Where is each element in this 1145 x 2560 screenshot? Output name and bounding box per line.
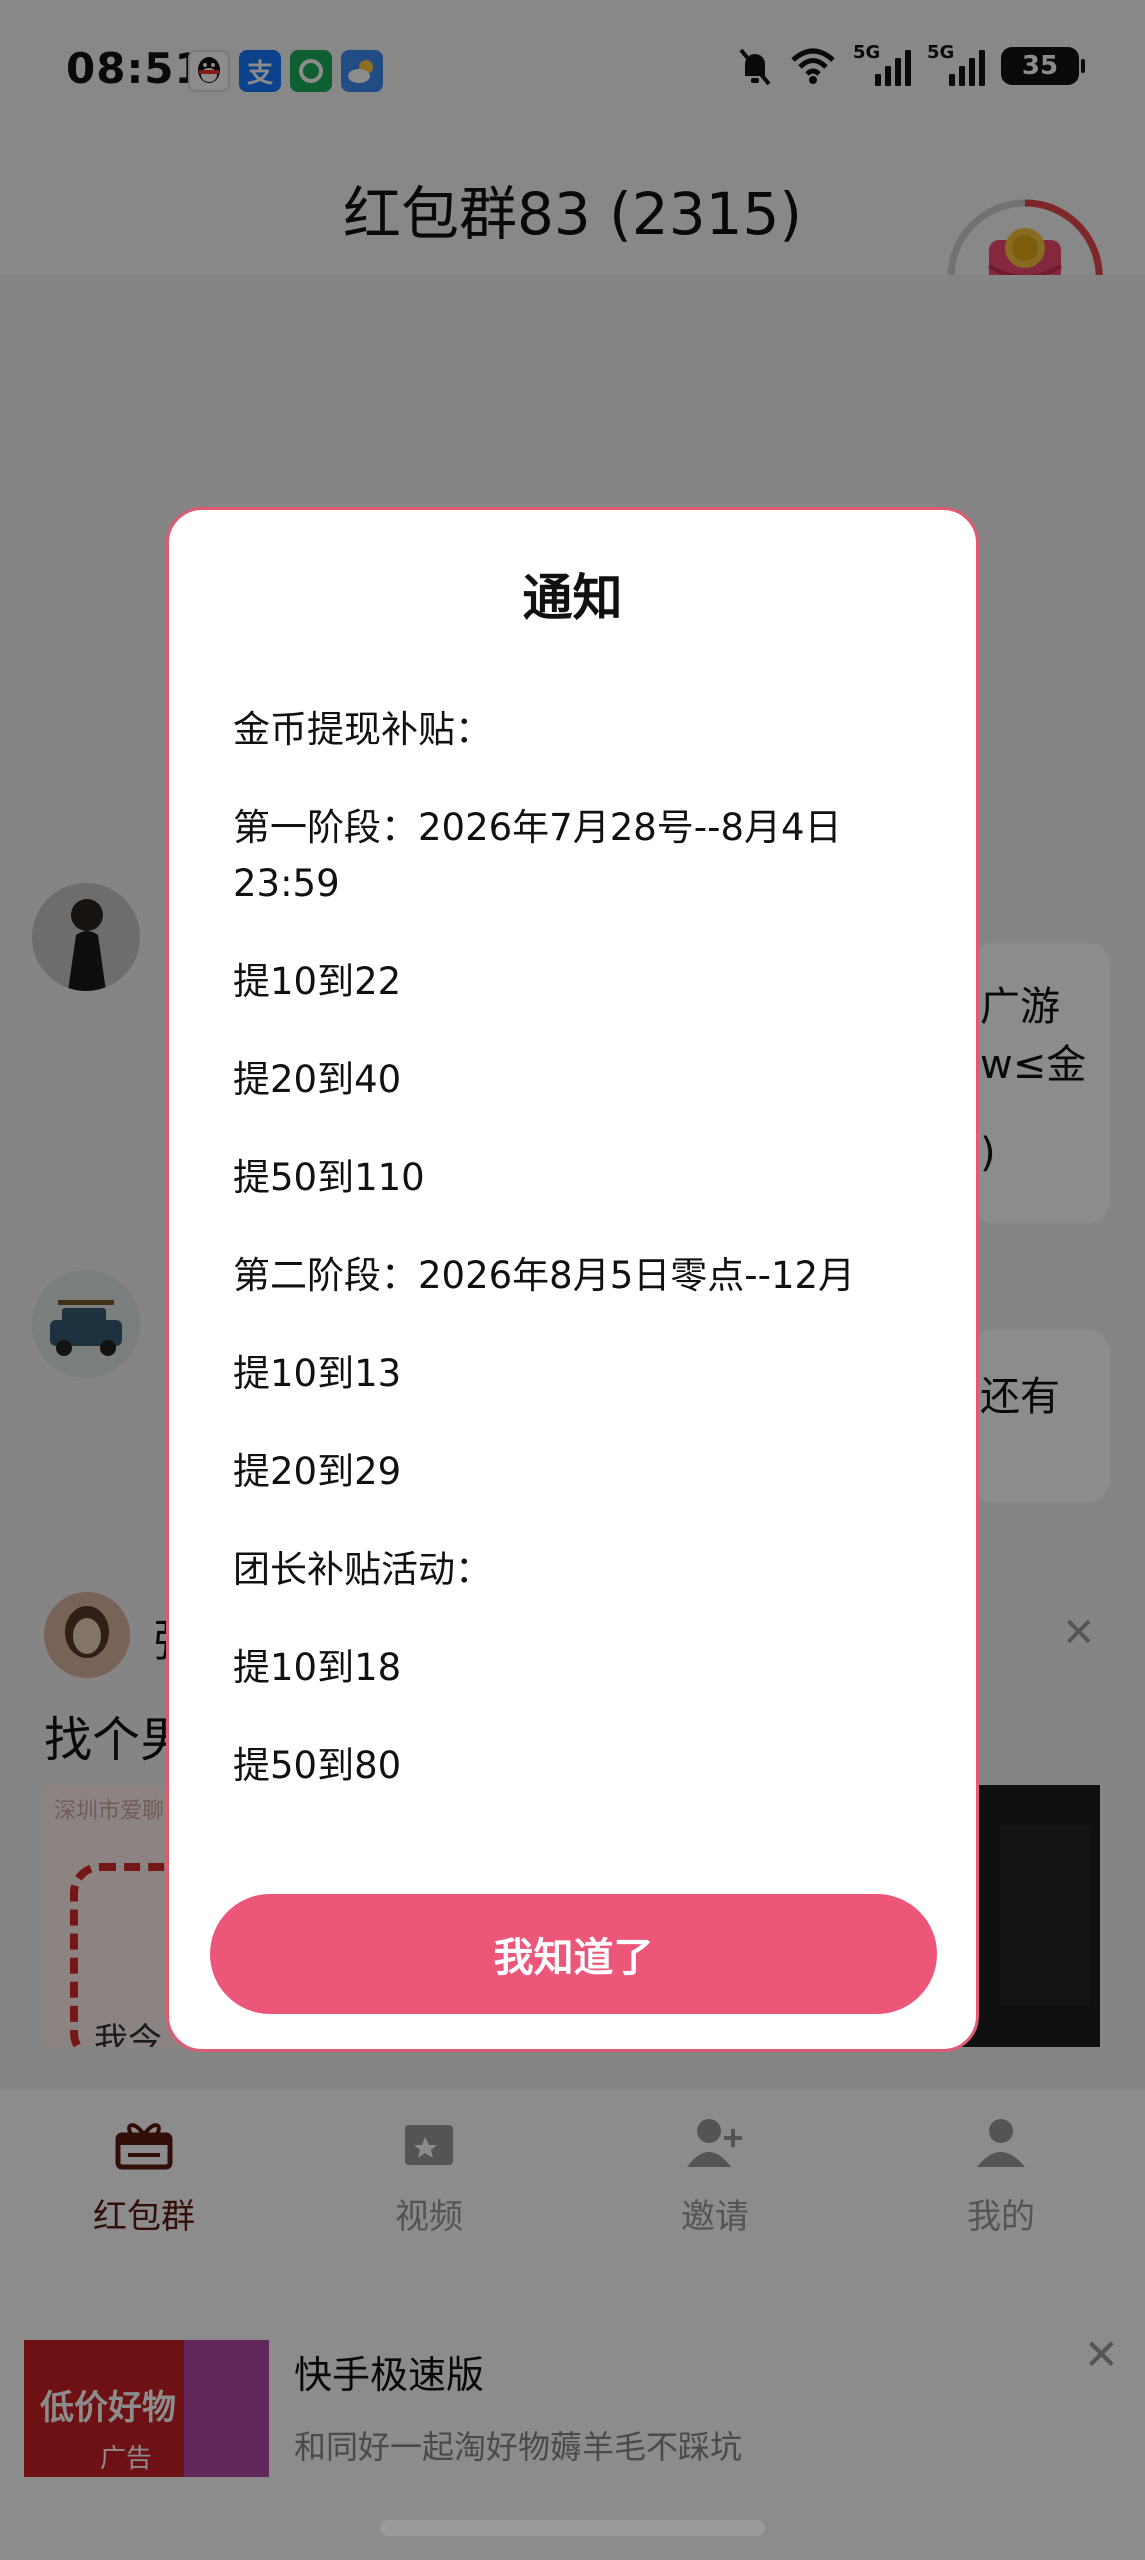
home-indicator[interactable] [380,2520,765,2536]
dialog-title: 通知 [522,569,623,627]
notice-line: 提20到29 [233,1450,402,1493]
notice-line: 提10到22 [233,960,402,1003]
dialog-body: 金币提现补贴： 第一阶段：2026年7月28号--8月4日 23:59 提10到… [233,702,933,1836]
confirm-button[interactable]: 我知道了 [210,1894,937,2014]
notice-line: 第二阶段：2026年8月5日零点--12月 [233,1254,856,1297]
notice-line: 第一阶段：2026年7月28号--8月4日 23:59 [233,806,842,905]
notice-line: 金币提现补贴： [233,708,492,751]
notice-line: 提10到18 [233,1646,402,1689]
notice-line: 团长补贴活动： [233,1548,492,1591]
notice-line: 提20到40 [233,1058,402,1101]
notice-line: 提10到13 [233,1352,402,1395]
notice-line: 提50到110 [233,1156,425,1199]
notice-line: 提50到80 [233,1744,402,1787]
notice-dialog: 通知 金币提现补贴： 第一阶段：2026年7月28号--8月4日 23:59 提… [166,507,979,2052]
